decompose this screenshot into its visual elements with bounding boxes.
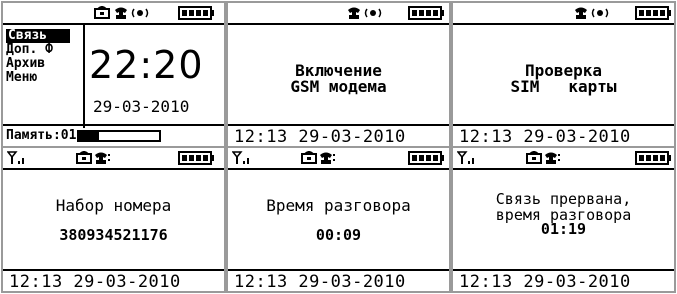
footer-datetime: 12:13 29-03-2010 bbox=[3, 269, 224, 291]
battery-icon bbox=[408, 151, 444, 165]
memory-label: Память:01 bbox=[6, 128, 77, 143]
footer-datetime: 12:13 29-03-2010 bbox=[453, 124, 674, 146]
gsm-modem-screen: Включение GSM модема 12:13 29-03-2010 bbox=[226, 1, 451, 148]
phone-icon bbox=[545, 152, 560, 164]
status-bar bbox=[3, 3, 224, 25]
memory-bar bbox=[77, 129, 162, 142]
battery-icon bbox=[408, 6, 444, 20]
dialing-screen: Набор номера 380934521176 12:13 29-03-20… bbox=[1, 146, 226, 293]
footer-datetime: 12:13 29-03-2010 bbox=[228, 124, 449, 146]
sim-check-screen: Проверка SIM карты 12:13 29-03-2010 bbox=[451, 1, 676, 148]
phone-icon bbox=[575, 7, 587, 19]
divider bbox=[83, 25, 85, 128]
signal-icon bbox=[457, 151, 474, 164]
status-bar bbox=[228, 3, 449, 25]
phone-screens-grid: Связь Доп. Ф Архив Меню 22:20 29-03-2010… bbox=[0, 0, 677, 294]
call-duration-screen: Время разговора 00:09 12:13 29-03-2010 bbox=[226, 146, 451, 293]
message-line-1: Время разговора bbox=[266, 196, 411, 215]
call-ended-screen: Связь прервана, время разговора 01:19 12… bbox=[451, 146, 676, 293]
status-bar bbox=[453, 3, 674, 25]
message-line-1: Связь прервана, bbox=[495, 190, 632, 208]
speaker-icon bbox=[364, 8, 382, 18]
phone-icon bbox=[115, 7, 127, 19]
signal-icon bbox=[232, 151, 249, 164]
message-line-2: SIM карты bbox=[510, 77, 617, 96]
main-menu: Связь Доп. Ф Архив Меню bbox=[6, 29, 80, 85]
phone-number: 380934521176 bbox=[59, 226, 168, 244]
menu-item-menu[interactable]: Меню bbox=[6, 71, 80, 85]
battery-icon bbox=[635, 6, 671, 20]
message-line-2: GSM модема bbox=[290, 77, 387, 96]
status-bar bbox=[453, 148, 674, 170]
call-duration: 00:09 bbox=[315, 226, 362, 244]
call-duration: 01:19 bbox=[540, 220, 587, 238]
main-screen: Связь Доп. Ф Архив Меню 22:20 29-03-2010… bbox=[1, 1, 226, 148]
clock-time: 22:20 bbox=[89, 43, 204, 87]
speaker-icon bbox=[131, 8, 149, 18]
signal-icon bbox=[7, 151, 24, 164]
menu-item-connection[interactable]: Связь bbox=[6, 29, 70, 43]
menu-item-archive[interactable]: Архив bbox=[6, 57, 80, 71]
antenna-icon bbox=[94, 6, 110, 19]
clock-date: 29-03-2010 bbox=[93, 97, 190, 116]
speaker-icon bbox=[591, 8, 609, 18]
footer-datetime: 12:13 29-03-2010 bbox=[228, 269, 449, 291]
antenna-icon bbox=[301, 151, 317, 164]
battery-icon bbox=[178, 151, 214, 165]
memory-bar-fill bbox=[79, 131, 100, 140]
antenna-icon bbox=[76, 151, 92, 164]
antenna-icon bbox=[526, 151, 542, 164]
menu-item-extra[interactable]: Доп. Ф bbox=[6, 43, 80, 57]
phone-icon bbox=[348, 7, 360, 19]
status-bar bbox=[228, 148, 449, 170]
footer-datetime: 12:13 29-03-2010 bbox=[453, 269, 674, 291]
phone-icon bbox=[95, 152, 110, 164]
memory-indicator: Память:01 bbox=[6, 127, 162, 145]
message-line-1: Набор номера bbox=[55, 196, 172, 215]
status-bar bbox=[3, 148, 224, 170]
battery-icon bbox=[178, 6, 214, 20]
battery-icon bbox=[635, 151, 671, 165]
phone-icon bbox=[320, 152, 335, 164]
footer-divider bbox=[3, 124, 224, 126]
